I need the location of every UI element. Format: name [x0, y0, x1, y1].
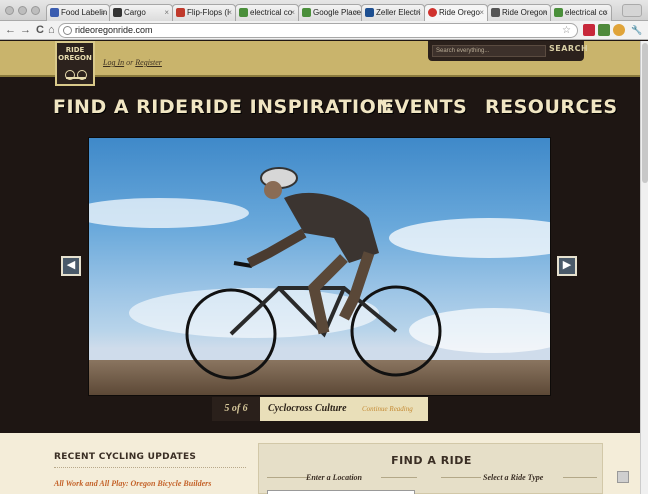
tab-label: Food Labelin	[61, 8, 108, 17]
back-icon[interactable]: ←	[5, 23, 16, 37]
zoom-window-button[interactable]	[31, 6, 40, 15]
browser-tab-active[interactable]: Ride Orego ×	[424, 4, 488, 21]
continue-reading-link[interactable]: Continue Reading	[362, 405, 413, 413]
search-input[interactable]: Search everything...	[432, 45, 546, 57]
tab-favicon-icon	[113, 8, 122, 17]
login-link[interactable]: Log In	[103, 58, 124, 67]
tab-close-icon[interactable]: ×	[101, 5, 106, 20]
register-link[interactable]: Register	[135, 58, 162, 67]
forward-icon[interactable]: →	[20, 23, 31, 37]
browser-tab[interactable]: Food Labelin ×	[46, 4, 110, 21]
divider	[54, 467, 246, 468]
close-window-button[interactable]	[5, 6, 14, 15]
tab-label: Ride Oregon	[502, 8, 548, 17]
minimize-window-button[interactable]	[18, 6, 27, 15]
globe-icon	[63, 26, 72, 35]
tab-favicon-icon	[50, 8, 59, 17]
tab-label: Flip-Flops (I	[187, 8, 230, 17]
update-link[interactable]: All Work and All Play: Oregon Bicycle Bu…	[54, 478, 254, 489]
extension-icon[interactable]	[598, 24, 610, 36]
site-logo[interactable]: RIDE OREGON	[55, 41, 95, 86]
tab-close-icon[interactable]: ×	[603, 5, 608, 20]
address-bar[interactable]: rideoregonride.com ☆	[58, 23, 578, 38]
tab-close-icon[interactable]: ×	[290, 5, 295, 20]
slideshow-next-button[interactable]: ▶	[557, 256, 577, 276]
browser-tab[interactable]: electrical co ×	[550, 4, 612, 21]
divider	[563, 477, 597, 478]
tab-label: Ride Orego	[439, 8, 480, 17]
site-search: Search everything... SEARCH	[428, 41, 588, 61]
new-tab-button[interactable]	[622, 4, 642, 17]
find-a-ride-panel: FIND A RIDE Enter a Location Select a Ri…	[258, 443, 603, 494]
find-a-ride-heading: FIND A RIDE	[391, 454, 472, 467]
tab-close-icon[interactable]: ×	[164, 5, 169, 20]
divider	[441, 477, 481, 478]
tab-label: Zeller Electri	[376, 8, 421, 17]
browser-tab[interactable]: Google Place ×	[298, 4, 362, 21]
tab-favicon-icon	[239, 8, 248, 17]
tab-favicon-icon	[302, 8, 311, 17]
home-icon[interactable]: ⌂	[48, 23, 55, 37]
search-button[interactable]: SEARCH	[549, 44, 588, 53]
extension-icon[interactable]	[613, 24, 625, 36]
ride-type-label: Select a Ride Type	[483, 473, 544, 482]
tab-favicon-icon	[176, 8, 185, 17]
tab-label: electrical co	[250, 8, 293, 17]
browser-tab[interactable]: Zeller Electri ×	[361, 4, 425, 21]
updates-heading: RECENT CYCLING UPDATES	[54, 452, 197, 462]
nav-ride-inspiration[interactable]: RIDE INSPIRATION	[190, 96, 393, 118]
or-text: or	[126, 58, 134, 67]
tab-close-icon[interactable]: ×	[227, 5, 232, 20]
tab-favicon-icon	[428, 8, 437, 17]
cyclist-illustration	[185, 167, 442, 380]
tab-favicon-icon	[365, 8, 374, 17]
bookmark-star-icon[interactable]: ☆	[562, 24, 571, 37]
browser-tab[interactable]: Cargo ×	[109, 4, 173, 21]
tab-label: Cargo	[124, 8, 146, 17]
tab-favicon-icon	[554, 8, 563, 17]
nav-find-a-ride[interactable]: FIND A RIDE	[53, 96, 189, 118]
tab-favicon-icon	[491, 8, 500, 17]
slideshow-image[interactable]	[88, 137, 551, 396]
reload-icon[interactable]: C	[36, 23, 44, 37]
tab-close-icon[interactable]: ×	[542, 5, 547, 20]
slideshow-prev-button[interactable]: ◀	[61, 256, 81, 276]
browser-tab[interactable]: Flip-Flops (I ×	[172, 4, 236, 21]
divider	[381, 477, 417, 478]
browser-tab[interactable]: electrical co ×	[235, 4, 299, 21]
bicycle-icon	[65, 65, 87, 80]
slide-counter: 5 of 6	[212, 397, 260, 421]
browser-tab-bar: Food Labelin × Cargo × Flip-Flops (I × e…	[0, 0, 648, 21]
slideshow-caption: 5 of 6 Cyclocross Culture Continue Readi…	[212, 397, 428, 421]
logo-line2: OREGON	[58, 54, 92, 62]
browser-toolbar: ← → C ⌂ rideoregonride.com ☆ 🔧	[0, 21, 648, 40]
tab-close-icon[interactable]: ×	[353, 5, 358, 20]
browser-tab[interactable]: Ride Oregon ×	[487, 4, 551, 21]
page-scrollbar[interactable]	[640, 41, 648, 494]
login-links: Log In or Register	[103, 58, 162, 67]
nav-resources[interactable]: RESOURCES	[485, 96, 618, 118]
tab-close-icon[interactable]: ×	[416, 5, 421, 20]
location-label: Enter a Location	[306, 473, 363, 482]
wrench-icon[interactable]: 🔧	[631, 23, 642, 37]
tab-close-icon[interactable]: ×	[479, 5, 484, 20]
main-nav: FIND A RIDE RIDE INSPIRATION EVENTS RESO…	[0, 96, 640, 126]
resize-handle[interactable]	[617, 471, 629, 483]
scrollbar-thumb[interactable]	[642, 43, 648, 183]
url-text: rideoregonride.com	[75, 25, 153, 35]
location-input[interactable]	[267, 490, 415, 494]
divider	[267, 477, 307, 478]
tab-label: electrical co	[565, 8, 608, 17]
extension-icon[interactable]	[583, 24, 595, 36]
logo-line1: RIDE	[65, 46, 85, 54]
slide-title: Cyclocross Culture	[268, 403, 347, 414]
nav-events[interactable]: EVENTS	[381, 96, 467, 118]
